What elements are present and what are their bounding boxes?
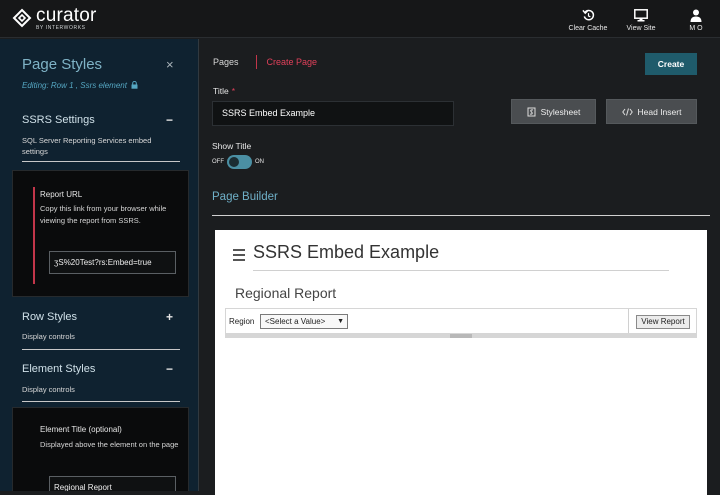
element-title-input[interactable]: Regional Report [49,476,176,491]
required-marker: * [231,86,236,96]
divider [628,309,629,333]
toggle-on-label: ON [255,159,264,165]
logo-subtitle: BY INTERWORKS [36,25,86,31]
toggle-knob [229,157,239,167]
report-url-input[interactable]: ʒS%20Test?rs:Embed=true [49,251,176,274]
refresh-icon [581,9,594,21]
row-styles-expand-icon[interactable]: + [166,310,173,324]
show-title-label: Show Title [212,141,252,151]
stylesheet-icon [527,107,536,116]
canvas-page-title: SSRS Embed Example [253,242,440,262]
tab-create-page[interactable]: Create Page [267,57,318,67]
chevron-down-icon: ▼ [337,318,344,325]
title-field-label: Title * [213,86,235,96]
tab-separator [255,55,257,69]
ssrs-settings-card: Report URL Copy this link from your brow… [12,170,189,297]
curator-logo[interactable]: curator BY INTERWORKS [12,5,97,31]
element-styles-title[interactable]: Element Styles [22,363,95,375]
splitter-grip-icon[interactable] [450,334,472,338]
view-report-button[interactable]: View Report [636,315,690,329]
show-title-toggle[interactable] [227,155,252,169]
view-site-label: View Site [626,25,656,32]
title-label-text: Title [213,86,229,96]
row-styles-description: Display controls [22,332,75,341]
row-styles-title[interactable]: Row Styles [22,311,77,323]
region-select[interactable]: <Select a Value> ▼ [260,314,348,329]
view-site-button[interactable]: View Site [625,0,657,32]
head-insert-label: Head Insert [637,106,682,117]
lock-icon [131,80,138,89]
element-styles-card: Element Title (optional) Displayed above… [12,407,189,491]
logo-name: curator [36,5,97,26]
page-builder-canvas: SSRS Embed Example Regional Report Regio… [215,230,707,495]
element-styles-description: Display controls [22,385,75,394]
ssrs-report-toolbar: Region <Select a Value> ▼ View Report [225,308,697,334]
create-button[interactable]: Create [645,53,697,75]
close-icon[interactable]: × [166,57,174,72]
panel-title: Page Styles [22,56,103,73]
ssrs-settings-title[interactable]: SSRS Settings [22,114,95,126]
user-menu-button[interactable]: M O [684,0,708,32]
ssrs-settings-collapse-icon[interactable]: − [166,113,173,127]
report-url-help: Copy this link from your browser while v… [40,204,167,225]
monitor-icon [634,9,648,22]
toggle-off-label: OFF [212,159,224,165]
divider [212,215,710,216]
divider [22,401,180,402]
region-select-value: <Select a Value> [265,317,326,326]
top-bar: curator BY INTERWORKS Clear Cache View S… [0,0,720,38]
region-label: Region [229,317,255,326]
canvas-element-title: Regional Report [235,285,337,301]
card-accent-bar [33,187,35,284]
divider [22,349,180,350]
curator-logo-icon [12,8,32,28]
title-input[interactable]: SSRS Embed Example [212,101,454,126]
main-editor: Pages Create Page Create Title * SSRS Emb… [200,39,720,495]
ssrs-settings-description: SQL Server Reporting Services embed sett… [22,136,152,156]
divider [253,270,669,271]
element-title-help: Displayed above the element on the page [40,440,179,449]
user-initials: M O [689,25,703,32]
element-title-label: Element Title (optional) [40,425,122,434]
clear-cache-button[interactable]: Clear Cache [568,0,608,32]
stylesheet-button[interactable]: Stylesheet [511,99,596,124]
breadcrumb-tabs: Pages Create Page [213,55,317,69]
show-title-toggle-row: OFF ON [212,155,264,169]
head-insert-button[interactable]: Head Insert [606,99,697,124]
clear-cache-label: Clear Cache [568,25,608,32]
code-icon [621,107,633,116]
page-builder-title: Page Builder [212,191,278,203]
report-url-label: Report URL [40,190,83,199]
user-icon [690,9,702,22]
editing-label: Editing: Row 1 , Ssrs element [22,81,127,90]
report-splitter[interactable] [225,334,697,338]
editing-context: Editing: Row 1 , Ssrs element [22,80,138,90]
element-styles-collapse-icon[interactable]: − [166,362,173,376]
page-styles-panel: Page Styles × Editing: Row 1 , Ssrs elem… [0,39,199,491]
stylesheet-label: Stylesheet [540,106,581,117]
divider [22,161,180,162]
tab-pages[interactable]: Pages [213,57,239,67]
drag-handle-icon[interactable] [233,249,245,264]
